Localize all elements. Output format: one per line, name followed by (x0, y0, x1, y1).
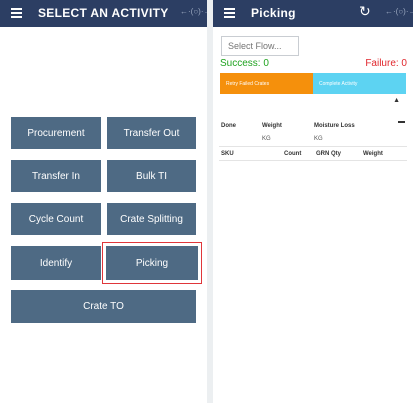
weight-unit: KG (262, 136, 271, 142)
menu-icon[interactable] (11, 8, 22, 18)
refresh-icon[interactable]: ↻ (359, 3, 371, 20)
crate-splitting-button[interactable]: Crate Splitting (107, 203, 196, 235)
table-header-grn-qty: GRN Qty (316, 151, 342, 157)
bulk-ti-button[interactable]: Bulk TI (107, 160, 196, 192)
complete-activity-button[interactable]: Complete Activity (313, 73, 406, 94)
procurement-button[interactable]: Procurement (11, 117, 101, 149)
transfer-out-button[interactable]: Transfer Out (107, 117, 196, 149)
done-label: Done (221, 123, 236, 129)
table-header-weight: Weight (363, 151, 383, 157)
crate-to-button[interactable]: Crate TO (11, 290, 196, 323)
divider-line (219, 160, 407, 161)
table-header-count: Count (284, 151, 302, 157)
identify-button[interactable]: Identify (11, 246, 101, 280)
selection-highlight (102, 242, 202, 284)
success-count: Success: 0 (220, 58, 269, 69)
app-bar: SELECT AN ACTIVITY ←·(○)·→ (0, 0, 207, 27)
menu-icon[interactable] (224, 8, 235, 18)
minus-icon[interactable] (398, 121, 405, 123)
transfer-in-button[interactable]: Transfer In (11, 160, 101, 192)
select-flow-input[interactable] (221, 36, 299, 56)
failure-count: Failure: 0 (365, 58, 407, 69)
retry-failed-crates-button[interactable]: Retry Failed Crates (220, 73, 313, 94)
moisture-loss-unit: KG (314, 136, 323, 142)
activity-screen: SELECT AN ACTIVITY ←·(○)·→ Procurement T… (0, 0, 207, 403)
table-header-sku: SKU (221, 151, 234, 157)
cycle-count-button[interactable]: Cycle Count (11, 203, 101, 235)
page-title: Picking (251, 6, 296, 20)
app-bar: Picking ↻ ←·(○)·→ (213, 0, 413, 27)
picking-screen: Picking ↻ ←·(○)·→ Success: 0 Failure: 0 … (213, 0, 413, 403)
page-title: SELECT AN ACTIVITY (38, 6, 169, 20)
divider-line (219, 146, 407, 147)
weight-label: Weight (262, 123, 282, 129)
moisture-loss-label: Moisture Loss (314, 123, 355, 129)
app-logo-icon: ←·(○)·→ (385, 7, 413, 16)
app-logo-icon: ←·(○)·→ (180, 7, 207, 16)
collapse-caret-icon[interactable]: ▲ (393, 97, 400, 104)
